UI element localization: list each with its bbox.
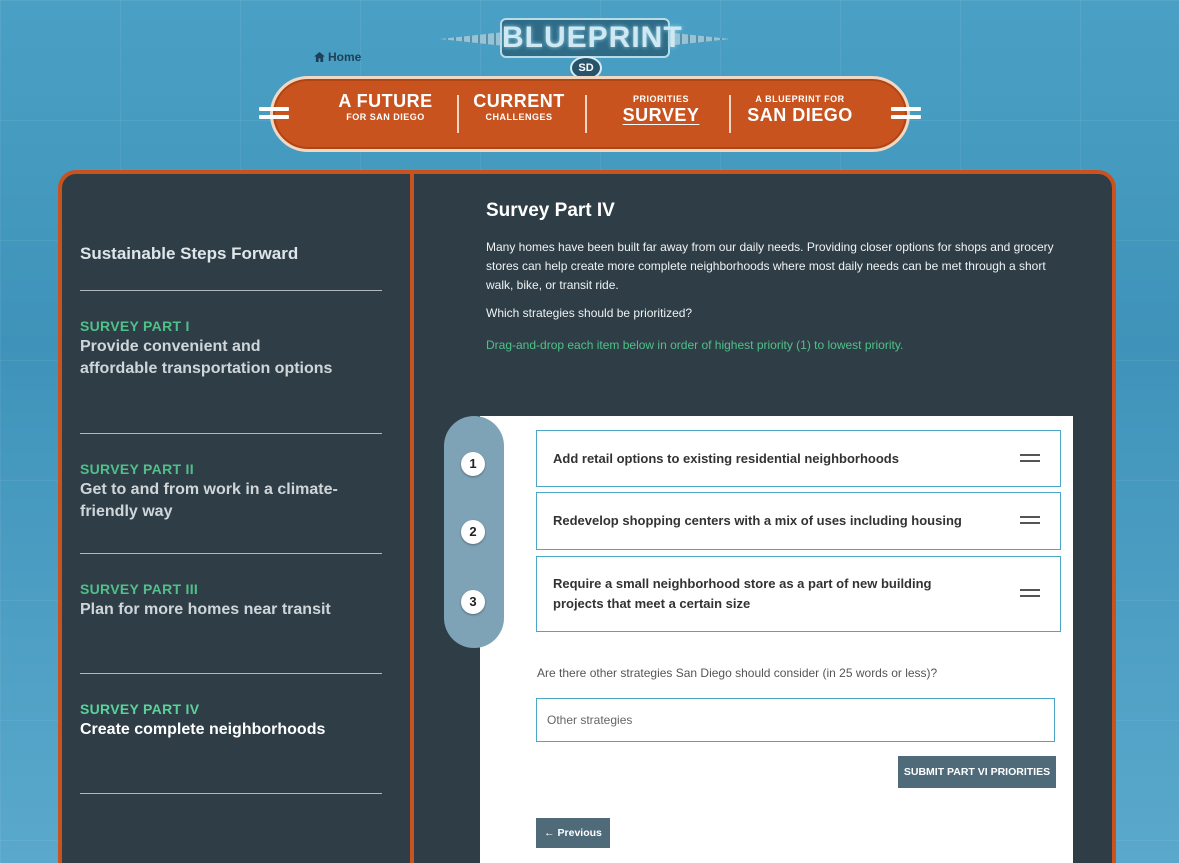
sidebar-divider [80, 290, 382, 291]
nav-a-future-small: FOR SAN DIEGO [346, 112, 425, 122]
sidebar-item-part-4[interactable]: SURVEY PART IV Create complete neighborh… [80, 701, 340, 741]
nav-right-menu-icon[interactable] [891, 107, 921, 123]
other-strategies-input[interactable] [536, 698, 1055, 742]
sidebar-part-title: Create complete neighborhoods [80, 721, 326, 738]
sidebar-item-part-2[interactable]: SURVEY PART II Get to and from work in a… [80, 461, 340, 523]
survey-main: Survey Part IV Many homes have been buil… [486, 200, 1066, 352]
nav-survey-big: SURVEY [622, 105, 700, 125]
sidebar-divider [80, 673, 382, 674]
drag-handle-icon[interactable] [1020, 453, 1040, 464]
main-nav: A FUTURE FOR SAN DIEGO CURRENT CHALLENGE… [259, 76, 921, 152]
sidebar-divider [80, 553, 382, 554]
home-link[interactable]: Home [314, 50, 361, 64]
drag-handle-icon[interactable] [1020, 516, 1040, 526]
nav-left-menu-icon[interactable] [259, 107, 289, 123]
blueprint-logo[interactable]: BLUEPRINT SD [440, 4, 730, 80]
nav-blueprint-small: A BLUEPRINT FOR [755, 94, 845, 104]
nav-separator [585, 95, 587, 133]
sidebar-part-tag: SURVEY PART I [80, 318, 190, 334]
sidebar-part-title: Provide convenient and affordable transp… [80, 338, 333, 377]
rank-number: 1 [461, 452, 485, 476]
other-strategies-question: Are there other strategies San Diego sho… [537, 666, 938, 680]
sidebar-heading[interactable]: Sustainable Steps Forward [80, 244, 298, 264]
nav-priorities-survey[interactable]: PRIORITIES SURVEY [609, 93, 713, 125]
priority-item-label: Require a small neighborhood store as a … [553, 576, 932, 611]
sidebar-part-title: Get to and from work in a climate-friend… [80, 481, 338, 520]
sidebar-part-tag: SURVEY PART II [80, 461, 194, 477]
sidebar-item-part-1[interactable]: SURVEY PART I Provide convenient and aff… [80, 318, 340, 380]
rank-number: 3 [461, 590, 485, 614]
submit-priorities-button[interactable]: SUBMIT PART VI PRIORITIES [898, 756, 1056, 788]
nav-current-small: CHALLENGES [485, 112, 553, 122]
logo-wordmark: BLUEPRINT [500, 18, 682, 58]
sidebar-item-part-3[interactable]: SURVEY PART III Plan for more homes near… [80, 581, 340, 621]
priority-item-3[interactable]: Require a small neighborhood store as a … [536, 556, 1061, 632]
priority-item-1[interactable]: Add retail options to existing residenti… [536, 430, 1061, 487]
survey-instruction: Drag-and-drop each item below in order o… [486, 338, 904, 352]
sidebar-divider [80, 433, 382, 434]
rank-number: 2 [461, 520, 485, 544]
sidebar-part-title: Plan for more homes near transit [80, 601, 331, 618]
panel-divider [410, 170, 414, 863]
nav-survey-small: PRIORITIES [632, 94, 689, 104]
nav-separator [457, 95, 459, 133]
drag-handle-icon[interactable] [1020, 589, 1040, 599]
sidebar-divider [80, 793, 382, 794]
nav-blueprint-big: SAN DIEGO [747, 105, 853, 125]
sidebar-part-tag: SURVEY PART IV [80, 701, 200, 717]
previous-button[interactable]: ← Previous [536, 818, 610, 848]
home-label: Home [328, 50, 362, 64]
priority-item-label: Add retail options to existing residenti… [553, 450, 899, 466]
nav-a-future-big: A FUTURE [338, 91, 433, 111]
priority-item-2[interactable]: Redevelop shopping centers with a mix of… [536, 492, 1061, 550]
survey-question: Which strategies should be prioritized? [486, 306, 693, 320]
survey-intro: Many homes have been built far away from… [486, 240, 1054, 292]
nav-blueprint-san-diego[interactable]: A BLUEPRINT FOR SAN DIEGO [735, 93, 865, 125]
nav-current-big: CURRENT [473, 91, 565, 111]
priority-item-label: Redevelop shopping centers with a mix of… [553, 513, 962, 528]
page-title: Survey Part IV [486, 200, 615, 221]
sidebar-part-tag: SURVEY PART III [80, 581, 199, 597]
home-icon [314, 52, 325, 62]
nav-a-future[interactable]: A FUTURE FOR SAN DIEGO [323, 91, 448, 123]
nav-current-challenges[interactable]: CURRENT CHALLENGES [469, 91, 569, 123]
nav-separator [729, 95, 731, 133]
